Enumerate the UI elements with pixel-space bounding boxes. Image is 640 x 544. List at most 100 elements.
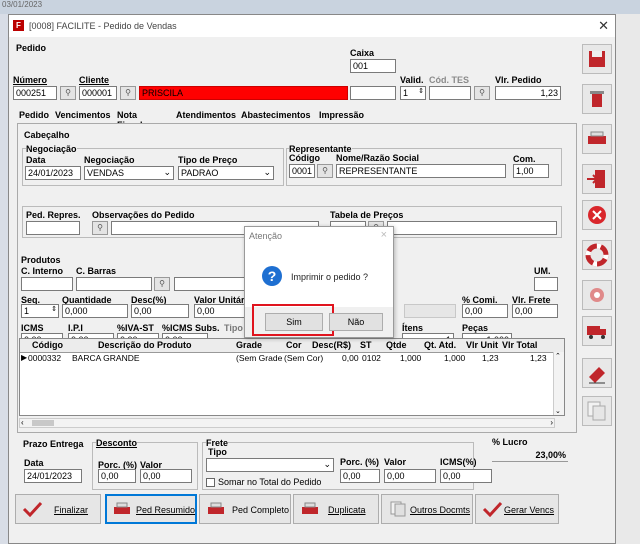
caixa-label: Caixa bbox=[350, 48, 375, 58]
disabled-select bbox=[404, 304, 456, 318]
finalizar-button[interactable]: Finalizar bbox=[15, 494, 101, 524]
scroll-down-icon[interactable]: ⌄ bbox=[555, 407, 561, 415]
tab-pedido[interactable]: Pedido bbox=[19, 109, 49, 124]
vlr-frete-field[interactable]: 0,00 bbox=[512, 304, 558, 318]
numero-field[interactable]: 000251 bbox=[13, 86, 57, 100]
cliente-name-field[interactable]: PRISCILA bbox=[139, 86, 348, 100]
tab-impressao[interactable]: Impressão bbox=[319, 109, 364, 124]
documents-icon bbox=[390, 501, 406, 517]
com-label: Com. bbox=[513, 154, 536, 164]
ped-resumido-button[interactable]: Ped Resumido bbox=[105, 494, 197, 524]
c-interno-field[interactable] bbox=[21, 277, 73, 291]
representante-name-field[interactable]: REPRESENTANTE bbox=[336, 164, 506, 178]
save-button[interactable] bbox=[582, 44, 612, 74]
produtos-title: Produtos bbox=[21, 255, 61, 265]
seq-spinner[interactable]: 1 ⇕ bbox=[21, 304, 59, 318]
frete-tipo-select[interactable]: ⌄ bbox=[206, 458, 334, 472]
produto-lookup-button[interactable]: ⚲ bbox=[154, 277, 170, 291]
ped-repres-field[interactable] bbox=[26, 221, 80, 235]
frete-valor-field[interactable]: 0,00 bbox=[384, 469, 436, 483]
frete-icms-field[interactable]: 0,00 bbox=[440, 469, 492, 483]
exit-door-icon bbox=[587, 170, 605, 188]
delete-button[interactable] bbox=[582, 84, 612, 114]
tab-atendimentos[interactable]: Atendimentos bbox=[176, 109, 236, 124]
negociacao-select[interactable]: VENDAS ⌄ bbox=[84, 166, 174, 180]
quantidade-field[interactable]: 0,000 bbox=[62, 304, 128, 318]
representante-code-field[interactable]: 0001 bbox=[289, 164, 315, 178]
tabela-precos-name-field[interactable] bbox=[387, 221, 557, 235]
frete-porc-label: Porc. (%) bbox=[340, 457, 380, 467]
spinner-icon[interactable]: ⇕ bbox=[418, 87, 424, 95]
dialog-title: Atenção bbox=[249, 231, 283, 241]
prazo-data-field[interactable]: 24/01/2023 bbox=[24, 469, 82, 483]
pct-comi-field[interactable]: 0,00 bbox=[462, 304, 508, 318]
grid-vertical-scrollbar[interactable]: ⌃ ⌄ bbox=[553, 352, 564, 415]
table-row[interactable]: ▶ 0000332 BARCA GRANDE (Sem Grade (Sem C… bbox=[20, 339, 552, 367]
cliente-code-field[interactable]: 000001 bbox=[79, 86, 117, 100]
scroll-up-icon[interactable]: ⌃ bbox=[555, 352, 561, 360]
numero-label: Número bbox=[13, 75, 48, 85]
tipo-preco-value: PADRAO bbox=[181, 168, 219, 178]
tab-abastecimentos[interactable]: Abastecimentos bbox=[241, 109, 311, 124]
scroll-left-icon[interactable]: ‹ bbox=[21, 418, 24, 427]
representante-lookup-button[interactable]: ⚲ bbox=[317, 164, 333, 178]
delivery-button[interactable] bbox=[582, 316, 612, 346]
dialog-close-button[interactable]: × bbox=[381, 229, 387, 241]
no-button[interactable]: Não bbox=[329, 313, 383, 331]
produto-description-field[interactable] bbox=[174, 277, 254, 291]
blank-header-field[interactable] bbox=[350, 86, 396, 100]
somar-checkbox[interactable] bbox=[206, 478, 215, 487]
desc-pct-field[interactable]: 0,00 bbox=[131, 304, 189, 318]
close-window-button[interactable]: ✕ bbox=[598, 18, 609, 34]
cancel-button[interactable] bbox=[582, 200, 612, 230]
ped-resumido-label: Ped Resumido bbox=[136, 505, 196, 515]
valor-unitario-field[interactable]: 0,00 bbox=[194, 304, 250, 318]
com-field[interactable]: 1,00 bbox=[513, 164, 549, 178]
cliente-lookup-button[interactable]: ⚲ bbox=[120, 86, 136, 100]
frete-valor-label: Valor bbox=[384, 457, 407, 467]
tipo-preco-select[interactable]: PADRAO ⌄ bbox=[178, 166, 274, 180]
app-icon: F bbox=[13, 20, 24, 31]
valid-label: Valid. bbox=[400, 75, 424, 85]
yes-button[interactable]: Sim bbox=[265, 313, 323, 331]
duplicata-button[interactable]: Duplicata bbox=[293, 494, 379, 524]
scroll-thumb[interactable] bbox=[32, 420, 54, 426]
help-button[interactable] bbox=[582, 240, 612, 270]
desconto-valor-field[interactable]: 0,00 bbox=[140, 469, 192, 483]
dialog-message: Imprimir o pedido ? bbox=[291, 272, 369, 282]
spinner-icon[interactable]: ⇕ bbox=[51, 305, 57, 313]
cell-st: 0102 bbox=[362, 353, 381, 363]
tab-nota-fiscal[interactable]: Nota Fiscal bbox=[117, 109, 143, 130]
negociacao-value: VENDAS bbox=[87, 168, 125, 178]
cell-grade: (Sem Grade bbox=[236, 353, 283, 363]
grid-horizontal-scrollbar[interactable]: ‹ › bbox=[19, 418, 555, 428]
outros-docmts-button[interactable]: Outros Docmts bbox=[381, 494, 473, 524]
window-titlebar: F [0008] FACILITE - Pedido de Vendas ✕ bbox=[9, 15, 615, 37]
data-field[interactable]: 24/01/2023 bbox=[25, 166, 81, 180]
tab-vencimentos[interactable]: Vencimentos bbox=[55, 109, 111, 124]
cod-tes-field[interactable] bbox=[429, 86, 471, 100]
gerar-vencs-button[interactable]: Gerar Vencs bbox=[475, 494, 559, 524]
numero-lookup-button[interactable]: ⚲ bbox=[60, 86, 76, 100]
cod-tes-lookup-button[interactable]: ⚲ bbox=[474, 86, 490, 100]
nome-label: Nome/Razão Social bbox=[336, 153, 420, 163]
checkmark-icon bbox=[482, 501, 502, 517]
settings-button[interactable] bbox=[582, 280, 612, 310]
scroll-right-icon[interactable]: › bbox=[550, 418, 553, 427]
ped-completo-button[interactable]: Ped Completo bbox=[199, 494, 291, 524]
exit-button[interactable] bbox=[582, 164, 612, 194]
um-field[interactable] bbox=[534, 277, 558, 291]
valid-spinner[interactable]: 1 ⇕ bbox=[400, 86, 426, 100]
c-barras-field[interactable] bbox=[76, 277, 152, 291]
dialog-titlebar: Atenção × bbox=[245, 227, 393, 245]
erase-button[interactable] bbox=[582, 358, 612, 388]
print-button[interactable] bbox=[582, 124, 612, 154]
caixa-field[interactable]: 001 bbox=[350, 59, 396, 73]
desconto-porc-field[interactable]: 0,00 bbox=[98, 469, 136, 483]
documents-button[interactable] bbox=[582, 396, 612, 426]
frete-porc-field[interactable]: 0,00 bbox=[340, 469, 380, 483]
ped-repres-label: Ped. Repres. bbox=[26, 210, 81, 220]
codigo-label: Código bbox=[289, 153, 320, 163]
confirm-dialog: Atenção × ? Imprimir o pedido ? Sim Não bbox=[244, 226, 394, 338]
observacoes-lookup-button[interactable]: ⚲ bbox=[92, 221, 108, 235]
